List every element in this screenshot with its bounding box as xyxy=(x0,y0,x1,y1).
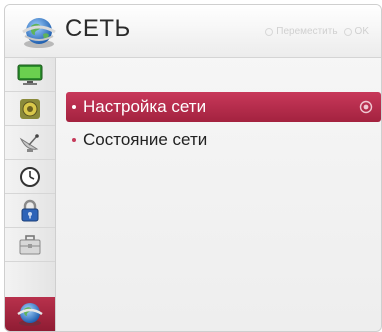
menu-item-network-setting[interactable]: Настройка сети xyxy=(66,92,381,122)
network-menu: Настройка сети Состояние сети xyxy=(56,58,381,331)
menu-item-label: Состояние сети xyxy=(83,130,208,149)
clock-icon xyxy=(20,166,40,187)
sidebar-item-options[interactable] xyxy=(5,228,55,262)
sidebar-item-lock[interactable] xyxy=(5,194,55,228)
sidebar-item-picture[interactable] xyxy=(5,58,55,92)
sidebar-item-time[interactable] xyxy=(5,160,55,194)
menu-item-label: Настройка сети xyxy=(83,97,207,116)
sidebar-item-channels[interactable] xyxy=(5,126,55,160)
network-globe-icon xyxy=(22,18,56,48)
ok-hint-label: OK xyxy=(354,26,369,37)
bullet-icon xyxy=(72,138,76,142)
settings-window: СЕТЬ Переместить OK Настройка сети Состо… xyxy=(4,4,382,332)
navigation-hints: Переместить OK xyxy=(265,26,369,37)
settings-sidebar xyxy=(5,58,56,331)
picture-tv-icon xyxy=(17,64,43,85)
lock-icon xyxy=(21,199,39,221)
ok-hint-icon xyxy=(343,27,352,36)
sidebar-item-network[interactable] xyxy=(5,297,55,331)
page-title: СЕТЬ xyxy=(65,15,131,42)
audio-speaker-icon xyxy=(20,98,40,119)
menu-item-network-status[interactable]: Состояние сети xyxy=(66,125,381,155)
bullet-icon xyxy=(72,105,76,109)
move-hint-label: Переместить xyxy=(276,26,338,37)
network-globe-icon xyxy=(17,303,43,326)
options-toolbox-icon xyxy=(19,234,41,254)
sidebar-item-audio[interactable] xyxy=(5,92,55,126)
move-hint-icon xyxy=(265,27,274,36)
ok-button-icon xyxy=(359,100,373,114)
satellite-dish-icon xyxy=(19,133,39,152)
header-bar: СЕТЬ Переместить OK xyxy=(5,5,381,58)
